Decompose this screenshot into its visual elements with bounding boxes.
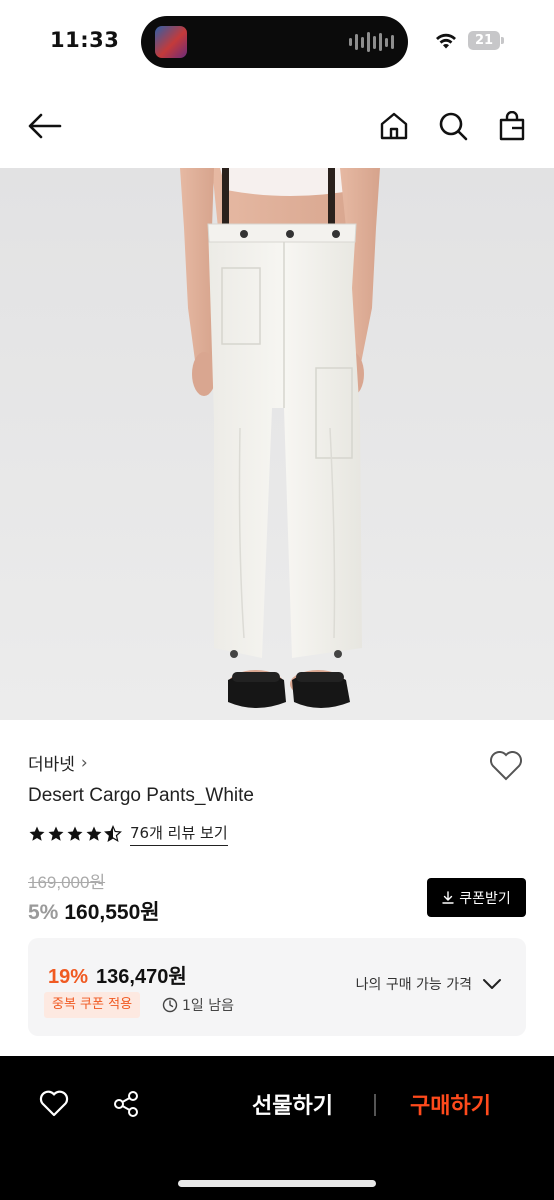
product-title: Desert Cargo Pants_White xyxy=(28,785,254,806)
cart-button[interactable] xyxy=(492,106,532,146)
brand-link[interactable]: 더바넷 › xyxy=(28,750,88,776)
star-icon xyxy=(48,826,64,841)
share-icon xyxy=(114,1091,138,1117)
my-price-label: 나의 구매 가능 가격 xyxy=(355,977,472,993)
heart-icon xyxy=(39,1090,69,1117)
home-indicator[interactable] xyxy=(178,1180,376,1187)
battery-level: 21 xyxy=(474,33,494,48)
best-price-box[interactable]: 19% 136,470원 중복 쿠폰 적용 1일 남음 나의 구매 가능 가격 xyxy=(28,938,526,1036)
chevron-down-icon xyxy=(483,979,501,989)
best-price-row: 19% 136,470원 xyxy=(48,960,187,989)
time-left-label: 1일 남음 xyxy=(182,998,234,1014)
my-price-toggle[interactable]: 나의 구매 가능 가격 xyxy=(356,974,502,994)
back-arrow-icon xyxy=(28,113,62,139)
gift-button[interactable]: 선물하기 xyxy=(252,1088,333,1120)
bottom-divider xyxy=(374,1094,376,1116)
home-icon xyxy=(380,112,408,140)
bottom-wishlist-button[interactable] xyxy=(36,1086,72,1122)
sale-price: 160,550원 xyxy=(64,901,160,924)
rating-row: 76개 리뷰 보기 xyxy=(28,822,228,846)
back-button[interactable] xyxy=(25,106,65,146)
product-photo xyxy=(0,168,554,720)
coupon-button-label: 쿠폰받기 xyxy=(459,890,511,907)
best-discount-rate: 19% xyxy=(48,966,89,988)
chevron-right-icon: › xyxy=(80,752,88,773)
battery-indicator: 21 xyxy=(468,31,504,50)
discount-rate: 5% xyxy=(28,901,59,924)
status-time: 11:33 xyxy=(50,28,120,52)
wifi-icon xyxy=(436,33,456,49)
brand-name: 더바넷 xyxy=(28,755,75,775)
audio-waveform-icon xyxy=(349,31,394,53)
star-icon xyxy=(29,826,45,841)
heart-icon xyxy=(490,751,522,781)
review-link[interactable]: 76개 리뷰 보기 xyxy=(130,822,228,846)
original-price: 169,000원 xyxy=(28,873,106,892)
home-button[interactable] xyxy=(374,106,414,146)
dynamic-island[interactable] xyxy=(141,16,408,68)
star-icon xyxy=(67,826,83,841)
top-nav xyxy=(0,84,554,168)
star-icon xyxy=(86,826,102,841)
wishlist-button[interactable] xyxy=(486,746,526,786)
product-image[interactable] xyxy=(0,168,554,720)
best-price: 136,470원 xyxy=(96,966,187,988)
time-left: 1일 남음 xyxy=(162,995,234,1015)
buy-button[interactable]: 구매하기 xyxy=(410,1088,491,1120)
search-button[interactable] xyxy=(433,106,473,146)
price-row: 5% 160,550원 xyxy=(28,896,160,926)
download-icon xyxy=(442,891,454,904)
clock-icon xyxy=(162,997,178,1013)
bottom-action-bar: 선물하기 구매하기 xyxy=(0,1056,554,1200)
coupon-badge: 중복 쿠폰 적용 xyxy=(44,992,141,1018)
status-bar: 11:33 21 xyxy=(0,0,554,84)
star-half-icon xyxy=(104,825,122,842)
shopping-bag-icon xyxy=(499,111,525,141)
coupon-download-button[interactable]: 쿠폰받기 xyxy=(427,878,526,917)
search-icon xyxy=(439,112,468,141)
star-rating xyxy=(28,825,122,843)
now-playing-artwork xyxy=(155,26,187,58)
share-button[interactable] xyxy=(108,1086,144,1122)
